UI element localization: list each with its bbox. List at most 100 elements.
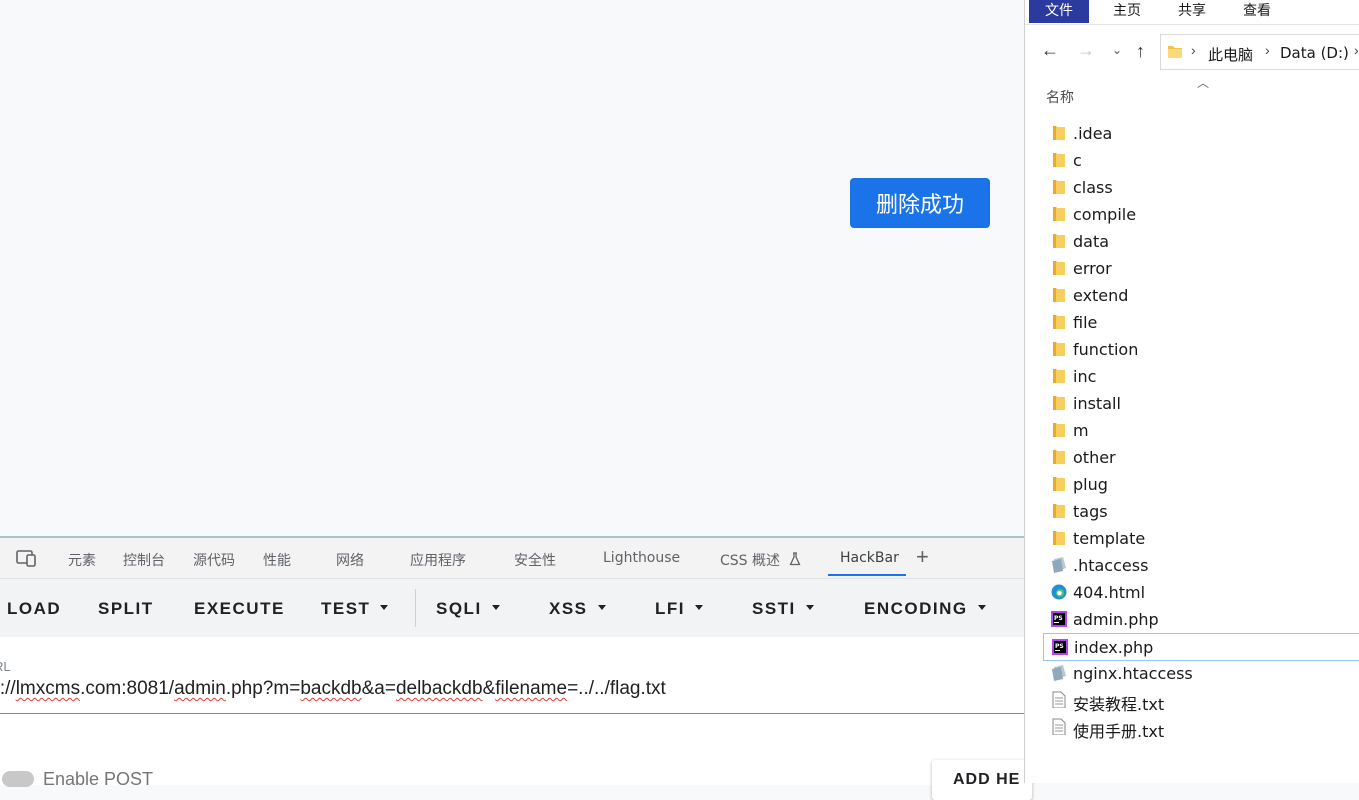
file-name-label: index.php (1074, 638, 1154, 657)
file-list-item[interactable]: 404.html (1043, 579, 1359, 605)
address-segment-this-pc[interactable]: 此电脑 (1208, 44, 1253, 65)
tab-lighthouse[interactable]: Lighthouse (603, 550, 680, 566)
file-list-item[interactable]: 安装教程.txt (1043, 687, 1359, 714)
url-text: admin (174, 678, 226, 699)
ssti-label: SSTI (752, 599, 796, 618)
file-list-item[interactable]: plug (1043, 471, 1359, 497)
tab-hackbar[interactable]: HackBar (840, 550, 899, 566)
add-header-button[interactable]: ADD HE (932, 760, 1032, 800)
load-button[interactable]: LOAD (7, 599, 61, 619)
folder-icon (1051, 367, 1067, 384)
encoding-dropdown[interactable]: ENCODING (864, 599, 986, 619)
folder-icon (1051, 178, 1067, 195)
tab-css-overview-label: CSS 概述 (720, 553, 780, 569)
file-list-item[interactable]: .htaccess (1043, 552, 1359, 578)
url-text: &a= (361, 678, 396, 699)
file-list-item[interactable]: tags (1043, 498, 1359, 524)
file-list-item[interactable]: class (1043, 174, 1359, 200)
ribbon-tab-view[interactable]: 查看 (1243, 0, 1271, 23)
url-input[interactable]: tp://lmxcms.com:8081/admin.php?m=backdb&… (0, 678, 666, 700)
back-arrow-icon[interactable]: ← (1041, 40, 1059, 61)
flask-icon (789, 552, 801, 566)
url-text: lmxcms (15, 678, 81, 699)
file-list-item[interactable]: function (1043, 336, 1359, 362)
xss-dropdown[interactable]: XSS (549, 599, 606, 619)
sort-ascending-chevron-icon: ︿ (1197, 76, 1210, 90)
tab-network[interactable]: 网络 (336, 550, 364, 570)
ribbon-tab-file[interactable]: 文件 (1029, 0, 1089, 23)
url-field-label: RL (0, 659, 11, 674)
file-name-label: compile (1073, 205, 1137, 224)
tab-application[interactable]: 应用程序 (410, 550, 466, 570)
device-toolbar-icon[interactable] (16, 549, 38, 567)
file-list-item[interactable]: data (1043, 228, 1359, 254)
tab-performance[interactable]: 性能 (263, 550, 291, 570)
file-list-item[interactable]: m (1043, 417, 1359, 443)
forward-arrow-icon[interactable]: → (1077, 40, 1095, 61)
chevron-right-icon: › (1265, 42, 1270, 58)
file-list-item[interactable]: c (1043, 147, 1359, 173)
file-list-item[interactable]: other (1043, 444, 1359, 470)
address-segment-data-drive[interactable]: Data (D:) (1280, 44, 1349, 62)
lfi-label: LFI (655, 599, 685, 618)
file-list-item[interactable]: PS admin.php (1043, 606, 1359, 632)
phpstorm-file-icon: PS (1052, 638, 1068, 655)
recent-locations-chevron-icon[interactable]: ⌄ (1112, 43, 1122, 57)
file-list-item[interactable]: template (1043, 525, 1359, 551)
tab-elements[interactable]: 元素 (68, 550, 96, 570)
file-list-item[interactable]: nginx.htaccess (1043, 660, 1359, 686)
ribbon-tab-home[interactable]: 主页 (1113, 0, 1141, 23)
svg-text:PS: PS (1055, 643, 1064, 650)
file-name-label: admin.php (1073, 610, 1159, 629)
split-button[interactable]: SPLIT (98, 599, 154, 619)
enable-post-toggle[interactable] (2, 771, 34, 787)
file-list-item[interactable]: inc (1043, 363, 1359, 389)
file-name-label: inc (1073, 367, 1097, 386)
test-dropdown[interactable]: TEST (321, 599, 389, 619)
folder-icon (1051, 205, 1067, 222)
file-name-label: error (1073, 259, 1112, 278)
folder-icon (1051, 151, 1067, 168)
file-name-label: .idea (1073, 124, 1113, 143)
tab-console[interactable]: 控制台 (123, 550, 165, 570)
folder-icon (1051, 448, 1067, 465)
lfi-dropdown[interactable]: LFI (655, 599, 703, 619)
file-name-label: m (1073, 421, 1089, 440)
phpstorm-file-icon: PS (1051, 610, 1067, 627)
folder-icon (1051, 259, 1067, 276)
enable-post-label: Enable POST (43, 769, 154, 789)
file-name-label: .htaccess (1073, 556, 1149, 575)
file-list-item[interactable]: .idea (1043, 120, 1359, 146)
ssti-dropdown[interactable]: SSTI (752, 599, 814, 619)
file-list-item[interactable]: extend (1043, 282, 1359, 308)
ribbon-tab-share[interactable]: 共享 (1178, 0, 1206, 23)
url-text: filename (495, 678, 568, 699)
address-bar[interactable]: › 此电脑 › Data (D:) › (1160, 34, 1359, 70)
file-list-item[interactable]: file (1043, 309, 1359, 335)
file-list-item[interactable]: install (1043, 390, 1359, 416)
file-list-item[interactable]: compile (1043, 201, 1359, 227)
caret-down-icon (597, 605, 606, 611)
file-name-label: other (1073, 448, 1116, 467)
active-tab-indicator (828, 574, 906, 576)
file-list-item[interactable]: 使用手册.txt (1043, 714, 1359, 741)
execute-button[interactable]: EXECUTE (194, 599, 285, 619)
file-name-label: template (1073, 529, 1146, 548)
folder-icon (1051, 340, 1067, 357)
tab-sources[interactable]: 源代码 (193, 550, 235, 570)
tab-css-overview[interactable]: CSS 概述 (720, 550, 801, 570)
up-arrow-icon[interactable]: ↑ (1136, 41, 1145, 62)
add-tab-plus-icon[interactable]: + (916, 544, 929, 570)
chevron-right-icon: › (1354, 42, 1359, 58)
file-name-label: file (1073, 313, 1098, 332)
file-list-item[interactable]: PS index.php (1043, 633, 1359, 661)
delete-success-button[interactable]: 删除成功 (850, 178, 990, 228)
tab-security[interactable]: 安全性 (514, 550, 556, 570)
folder-icon (1051, 232, 1067, 249)
folder-icon (1051, 124, 1067, 141)
column-header-name[interactable]: 名称 (1046, 87, 1074, 107)
file-list-item[interactable]: error (1043, 255, 1359, 281)
file-explorer-window: 文件 主页 共享 查看 ← → ⌄ ↑ › 此电脑 › Data (D:) › … (1024, 0, 1359, 783)
page-viewport: 删除成功 (0, 0, 1024, 536)
sqli-dropdown[interactable]: SQLI (436, 599, 500, 619)
